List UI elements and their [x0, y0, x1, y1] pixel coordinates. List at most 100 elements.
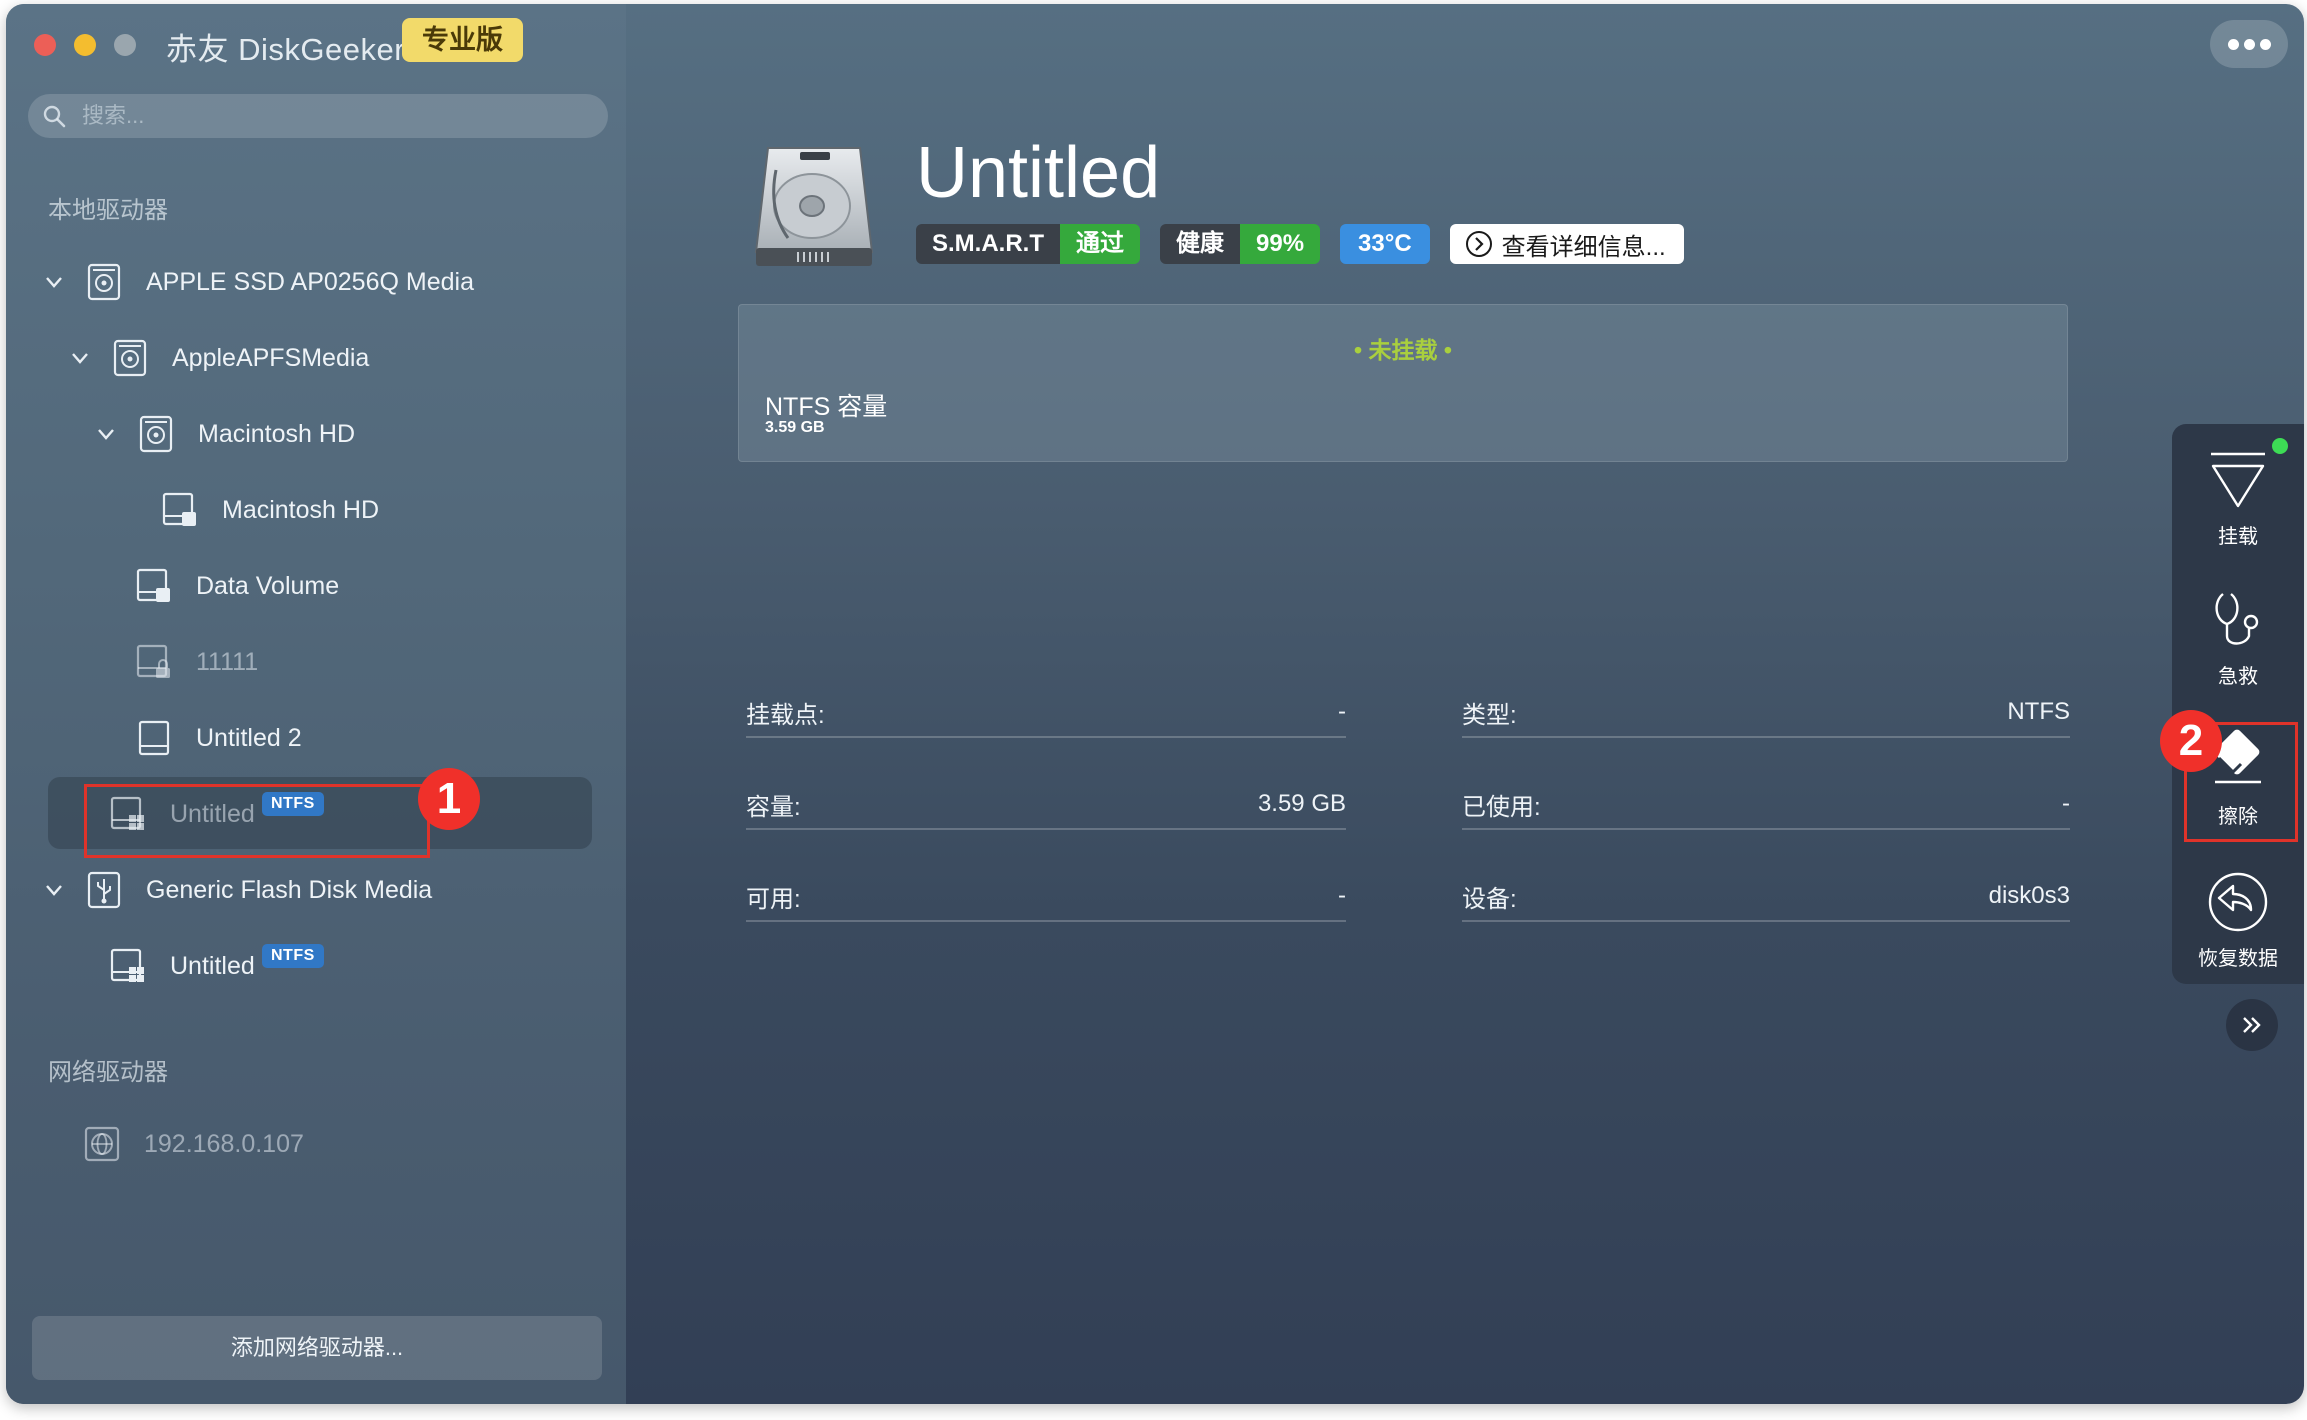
data-recovery-icon — [2208, 872, 2268, 932]
mount-icon — [2211, 452, 2265, 508]
physical-disk-icon — [87, 263, 121, 301]
recover-data-label: 恢复数据 — [2198, 948, 2278, 970]
more-options-button[interactable] — [2210, 20, 2288, 68]
capacity-panel: • 未挂载 • NTFS 容量 3.59 GB — [738, 304, 2068, 462]
info-label: 已使用: — [1462, 793, 1541, 821]
sidebar-item-untitled-ntfs-flash[interactable]: Untitled — [108, 936, 255, 996]
sidebar-item-network-192-168-0-107[interactable]: 192.168.0.107 — [82, 1114, 304, 1174]
app-window: 赤友 DiskGeeker 专业版 本地驱动器 APPLE SSD AP0256… — [6, 4, 2304, 1404]
info-value: NTFS — [2007, 698, 2070, 725]
sidebar-item-label: APPLE SSD AP0256Q Media — [146, 267, 474, 296]
usb-disk-icon — [87, 871, 121, 909]
hard-drive-icon — [754, 147, 874, 266]
sidebar-item-label: Data Volume — [196, 571, 340, 600]
sidebar-item-macintosh-hd-volume[interactable]: Macintosh HD — [160, 480, 379, 540]
mount-status-dot — [2272, 438, 2288, 454]
recover-data-button[interactable]: 恢复数据 — [2172, 870, 2304, 971]
sidebar-item-generic-flash-disk[interactable]: Generic Flash Disk Media — [42, 860, 432, 920]
info-value: - — [2062, 790, 2070, 817]
info-label: 设备: — [1462, 885, 1517, 913]
sidebar-item-label: 11111 — [196, 647, 259, 676]
disk-title: Untitled — [916, 133, 1161, 213]
info-row-device: 设备: disk0s3 — [1462, 872, 2070, 922]
info-row-available: 可用: - — [746, 872, 1346, 922]
info-label: 可用: — [746, 885, 801, 913]
dot-icon — [2243, 38, 2255, 50]
info-label: 容量: — [746, 793, 801, 821]
sidebar-item-label: Untitled 2 — [196, 723, 302, 752]
chevron-down-icon[interactable] — [42, 878, 66, 902]
view-details-button[interactable]: 查看详细信息... — [1449, 224, 1684, 264]
sidebar-item-untitled-2[interactable]: Untitled 2 — [134, 708, 302, 768]
sidebar-item-data-volume[interactable]: Data Volume — [134, 556, 339, 616]
zoom-window-button[interactable] — [114, 34, 136, 56]
capacity-name: NTFS 容量 — [765, 393, 888, 421]
chevron-down-icon[interactable] — [68, 346, 92, 370]
info-row-used: 已使用: - — [1462, 780, 2070, 830]
info-value: 3.59 GB — [1257, 790, 1346, 817]
sidebar-item-label: Macintosh HD — [222, 495, 379, 524]
sidebar-item-apfs-media[interactable]: AppleAPFSMedia — [68, 328, 369, 388]
action-toolbar: 挂载 急救 擦除 恢复数据 — [2172, 424, 2304, 984]
first-aid-button[interactable]: 急救 — [2172, 588, 2304, 689]
dot-icon — [2259, 38, 2271, 50]
chevron-down-icon[interactable] — [42, 270, 66, 294]
ntfs-badge: NTFS — [262, 944, 324, 968]
dot-icon — [2227, 38, 2239, 50]
annotation-step-2: 2 — [2160, 710, 2222, 772]
physical-disk-icon — [113, 339, 147, 377]
app-title: 赤友 DiskGeeker — [166, 32, 406, 67]
edition-badge: 专业版 — [402, 18, 523, 62]
sidebar: 赤友 DiskGeeker 专业版 本地驱动器 APPLE SSD AP0256… — [6, 4, 626, 1404]
stethoscope-icon — [2215, 593, 2259, 645]
capacity-size: 3.59 GB — [765, 419, 825, 436]
info-value: - — [1338, 882, 1346, 909]
health-status-badge: 健康 99% — [1160, 224, 1321, 264]
sidebar-item-label: AppleAPFSMedia — [172, 343, 370, 372]
info-label: 类型: — [1462, 701, 1517, 729]
search-bar[interactable] — [28, 94, 608, 138]
chevron-down-icon[interactable] — [94, 422, 118, 446]
add-network-drive-button[interactable]: 添加网络驱动器... — [32, 1316, 602, 1380]
info-label: 挂载点: — [746, 701, 825, 729]
health-value: 99% — [1240, 224, 1321, 264]
smart-value: 通过 — [1060, 224, 1140, 264]
info-row-type: 类型: NTFS — [1462, 688, 2070, 738]
smart-status-badge: S.M.A.R.T 通过 — [916, 224, 1140, 264]
locked-volume-icon — [136, 644, 170, 678]
volume-icon — [162, 492, 196, 526]
sidebar-item-label: Generic Flash Disk Media — [146, 875, 433, 904]
network-drives-header: 网络驱动器 — [48, 1059, 168, 1086]
network-globe-icon — [84, 1126, 120, 1162]
annotation-highlight-box-1 — [84, 784, 430, 858]
sidebar-item-label: Macintosh HD — [198, 419, 355, 448]
view-details-label: 查看详细信息... — [1501, 233, 1666, 261]
local-drives-header: 本地驱动器 — [48, 197, 168, 224]
first-aid-label: 急救 — [2218, 666, 2258, 688]
mount-button[interactable]: 挂载 — [2172, 448, 2304, 549]
info-row-mount-point: 挂载点: - — [746, 688, 1346, 738]
mount-label: 挂载 — [2218, 526, 2258, 548]
volume-icon — [136, 568, 170, 602]
sidebar-item-macintosh-hd-container[interactable]: Macintosh HD — [94, 404, 355, 464]
sidebar-item-11111[interactable]: 11111 — [134, 632, 258, 692]
close-window-button[interactable] — [34, 34, 56, 56]
search-icon — [43, 105, 66, 128]
sidebar-item-apple-ssd[interactable]: APPLE SSD AP0256Q Media — [42, 252, 474, 312]
search-input[interactable] — [82, 94, 582, 138]
volume-icon — [138, 720, 170, 756]
minimize-window-button[interactable] — [74, 34, 96, 56]
double-chevron-right-icon — [2243, 1017, 2261, 1033]
info-value: - — [1338, 698, 1346, 725]
disk-status-badges: S.M.A.R.T 通过 健康 99% 33°C 查看详细信息... — [916, 224, 1684, 266]
sidebar-item-label: 192.168.0.107 — [144, 1129, 304, 1158]
windows-volume-icon — [110, 948, 144, 982]
smart-label: S.M.A.R.T — [916, 224, 1060, 264]
annotation-step-1: 1 — [418, 768, 480, 830]
info-row-capacity: 容量: 3.59 GB — [746, 780, 1346, 830]
temperature-badge: 33°C — [1340, 224, 1430, 264]
mount-status: • 未挂载 • — [1354, 337, 1452, 363]
chevron-right-circle-icon — [1465, 231, 1492, 257]
expand-toolbar-button[interactable] — [2226, 999, 2278, 1051]
info-value: disk0s3 — [1988, 882, 2070, 909]
